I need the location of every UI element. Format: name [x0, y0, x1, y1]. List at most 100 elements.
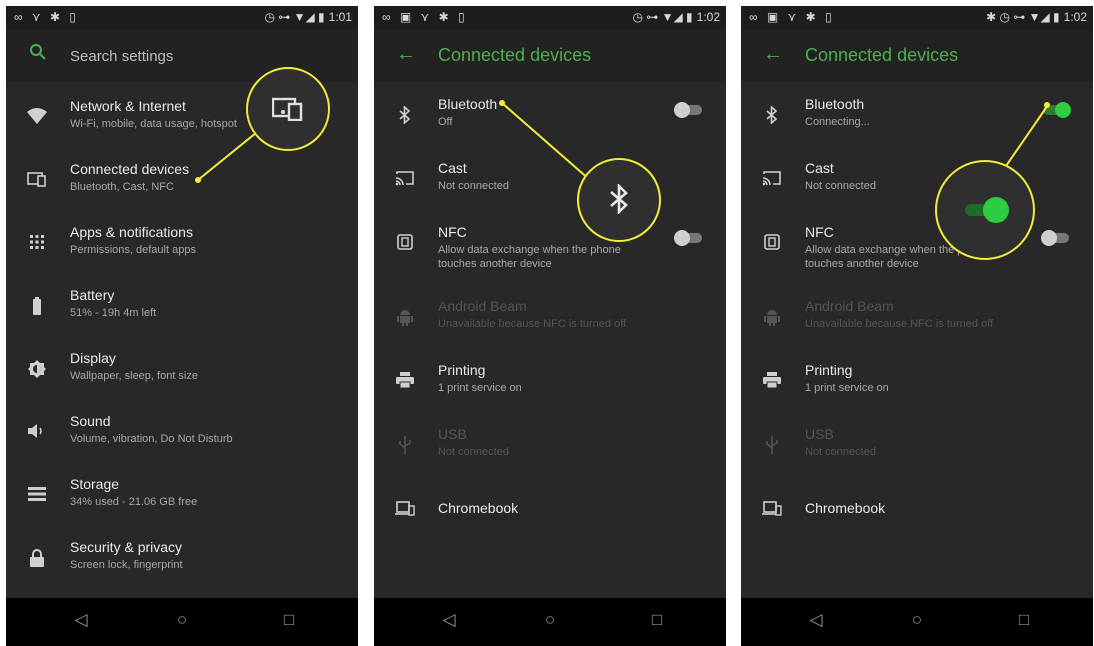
settings-item-display[interactable]: Display Wallpaper, sleep, font size [6, 344, 358, 404]
callout-dot [499, 100, 505, 106]
sound-icon [20, 423, 54, 444]
item-title: NFC [805, 224, 834, 240]
item-title: Printing [805, 362, 853, 378]
item-subtitle: Screen lock, fingerprint [70, 559, 183, 571]
item-title: Cast [805, 160, 834, 176]
settings-item-cast[interactable]: Cast Not connected [741, 154, 1093, 214]
status-icons-right: ◷ ⊶ ▼◢ ▮ 1:02 [632, 10, 720, 24]
item-subtitle: Off [438, 116, 453, 128]
callout-circle [577, 158, 661, 242]
nfc-icon [388, 234, 422, 255]
chromebook-icon [755, 500, 789, 521]
item-title: Network & Internet [70, 98, 186, 114]
wifi-icon [20, 108, 54, 129]
search-icon[interactable] [26, 43, 50, 67]
settings-item-cast[interactable]: Cast Not connected [374, 154, 726, 214]
settings-item-sound[interactable]: Sound Volume, vibration, Do Not Disturb [6, 407, 358, 467]
item-subtitle: 34% used - 21.06 GB free [70, 496, 198, 508]
home-icon[interactable]: ○ [167, 610, 197, 630]
bluetooth-icon [610, 184, 628, 214]
home-icon[interactable]: ○ [535, 610, 565, 630]
back-icon[interactable]: ◁ [801, 610, 831, 630]
item-title: Android Beam [805, 298, 894, 314]
connected-devices-panel: ∞ ▣ ⋎ ✱ ▯ ◷ ⊶ ▼◢ ▮ 1:02 ← Connected devic… [374, 6, 726, 646]
item-title: Storage [70, 476, 120, 492]
bluetooth-toggle[interactable] [674, 102, 706, 118]
devices-icon [272, 97, 303, 121]
item-subtitle: Not connected [805, 180, 876, 192]
status-bar: ∞ ▣ ⋎ ✱ ▯ ✱ ◷ ⊶ ▼◢ ▮ 1:02 [741, 6, 1093, 30]
page-title: Connected devices [438, 45, 592, 65]
status-icons-right: ◷ ⊶ ▼◢ ▮ 1:01 [264, 10, 352, 24]
item-title: Security & privacy [70, 539, 183, 555]
settings-item-storage[interactable]: Storage 34% used - 21.06 GB free [6, 470, 358, 530]
print-icon [755, 372, 789, 393]
item-title: USB [438, 426, 467, 442]
recent-apps-icon[interactable]: □ [642, 610, 672, 630]
settings-item-security[interactable]: Security & privacy Screen lock, fingerpr… [6, 533, 358, 593]
item-title: Android Beam [438, 298, 527, 314]
usb-icon [388, 436, 422, 459]
bluetooth-icon [388, 105, 422, 129]
item-title: Bluetooth [438, 96, 498, 112]
settings-item-nfc[interactable]: NFC Allow data exchange when the phone to… [374, 218, 726, 278]
search-placeholder: Search settings [70, 48, 174, 65]
callout-circle [935, 160, 1035, 260]
settings-item-android-beam: Android Beam Unavailable because NFC is … [741, 292, 1093, 352]
item-title: Chromebook [805, 500, 886, 516]
item-subtitle: 1 print service on [805, 382, 889, 394]
item-title: USB [805, 426, 834, 442]
display-icon [20, 360, 54, 383]
back-icon[interactable]: ◁ [434, 610, 464, 630]
nfc-toggle[interactable] [1041, 230, 1073, 246]
android-icon [388, 308, 422, 331]
toggle-on-icon [961, 197, 1009, 223]
item-subtitle: Permissions, default apps [70, 244, 196, 256]
settings-item-usb: USB Not connected [741, 420, 1093, 480]
apps-icon [20, 234, 54, 255]
settings-item-chromebook[interactable]: Chromebook [741, 484, 1093, 544]
back-arrow-icon[interactable]: ← [394, 43, 418, 66]
item-subtitle: Volume, vibration, Do Not Disturb [70, 433, 233, 445]
nfc-icon [755, 234, 789, 255]
item-subtitle: Not connected [438, 180, 509, 192]
status-bar: ∞ ▣ ⋎ ✱ ▯ ◷ ⊶ ▼◢ ▮ 1:02 [374, 6, 726, 30]
settings-item-printing[interactable]: Printing 1 print service on [741, 356, 1093, 416]
clock: 1:01 [328, 10, 352, 24]
android-icon [755, 308, 789, 331]
callout-dot [1044, 102, 1050, 108]
storage-icon [20, 486, 54, 506]
app-bar: ← Connected devices [741, 30, 1093, 82]
item-title: NFC [438, 224, 467, 240]
settings-item-usb: USB Not connected [374, 420, 726, 480]
item-title: Battery [70, 287, 115, 303]
item-subtitle: Unavailable because NFC is turned off [805, 318, 994, 330]
settings-item-connected-devices[interactable]: Connected devices Bluetooth, Cast, NFC [6, 155, 358, 215]
clock: 1:02 [1063, 10, 1087, 24]
callout-dot [195, 177, 201, 183]
item-subtitle: Allow data exchange when the phone touche… [438, 244, 621, 270]
item-subtitle: Unavailable because NFC is turned off [438, 318, 627, 330]
back-icon[interactable]: ◁ [66, 610, 96, 630]
settings-item-battery[interactable]: Battery 51% - 19h 4m left [6, 281, 358, 341]
item-subtitle: Bluetooth, Cast, NFC [70, 181, 174, 193]
item-title: Bluetooth [805, 96, 865, 112]
status-icons-right: ✱ ◷ ⊶ ▼◢ ▮ 1:02 [986, 10, 1087, 24]
item-subtitle: 51% - 19h 4m left [70, 307, 157, 319]
bluetooth-icon [755, 105, 789, 129]
settings-item-printing[interactable]: Printing 1 print service on [374, 356, 726, 416]
back-arrow-icon[interactable]: ← [761, 43, 785, 66]
settings-item-apps[interactable]: Apps & notifications Permissions, defaul… [6, 218, 358, 278]
navigation-bar: ◁ ○ □ [6, 598, 358, 646]
settings-item-nfc[interactable]: NFC Allow data exchange when the phone to… [741, 218, 1093, 278]
nfc-toggle[interactable] [674, 230, 706, 246]
settings-item-chromebook[interactable]: Chromebook [374, 484, 726, 544]
settings-item-bluetooth[interactable]: Bluetooth Connecting... [741, 90, 1093, 150]
status-icons-left: ∞ ▣ ⋎ ✱ ▯ [749, 10, 835, 24]
status-icons-left: ∞ ⋎ ✱ ▯ [14, 10, 80, 24]
recent-apps-icon[interactable]: □ [274, 610, 304, 630]
recent-apps-icon[interactable]: □ [1009, 610, 1039, 630]
item-subtitle: 1 print service on [438, 382, 522, 394]
settings-item-bluetooth[interactable]: Bluetooth Off [374, 90, 726, 150]
home-icon[interactable]: ○ [902, 610, 932, 630]
